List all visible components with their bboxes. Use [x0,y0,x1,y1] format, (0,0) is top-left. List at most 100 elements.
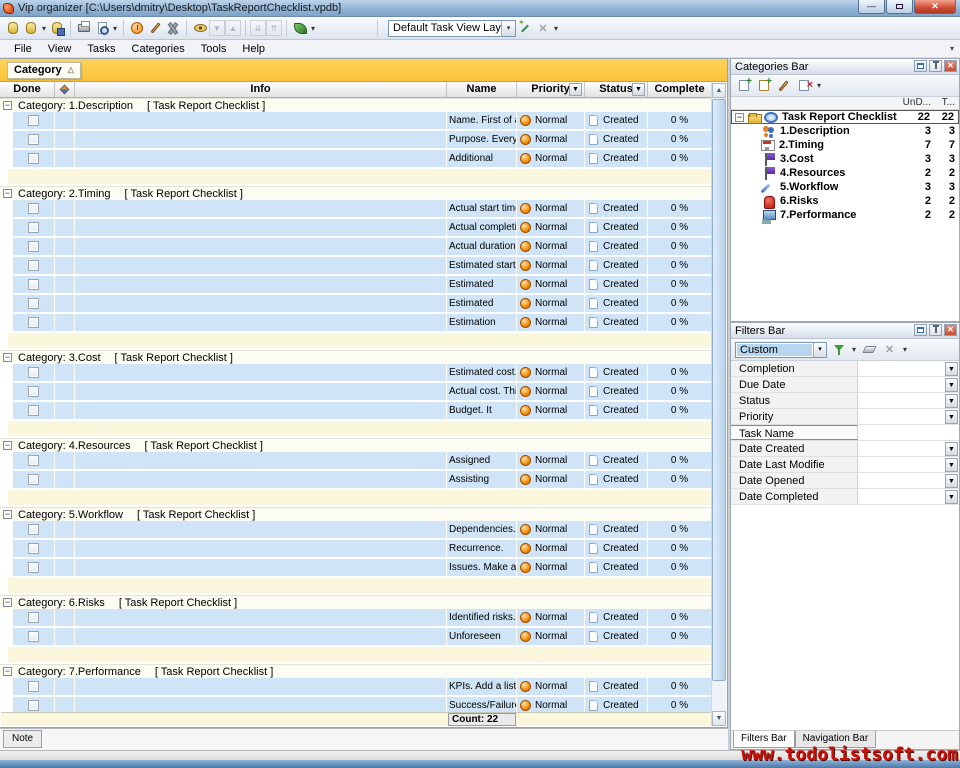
task-row[interactable]: Actual cost. ThisNormalCreated0 % [0,383,711,400]
move-bottom-icon[interactable]: ⇊ [250,20,266,36]
new-task-icon[interactable] [128,19,146,37]
group-header[interactable]: −Category: 3.Cost[ Task Report Checklist… [0,350,711,364]
add-category-icon[interactable] [735,78,752,94]
save-database-icon[interactable] [48,19,66,37]
scroll-up-icon[interactable]: ▲ [712,83,726,98]
filter-value-input[interactable] [858,425,959,440]
task-row[interactable]: EstimationNormalCreated0 % [0,314,711,331]
filter-label[interactable]: Date Completed [731,489,858,504]
column-header-status[interactable]: Status▼ [585,82,648,97]
done-checkbox[interactable] [28,700,39,711]
open-database-dropdown-icon[interactable]: ▾ [40,24,48,33]
column-header-name[interactable]: Name [447,82,517,97]
task-row[interactable]: AdditionalNormalCreated0 % [0,150,711,167]
task-row[interactable]: Purpose. EveryNormalCreated0 % [0,131,711,148]
apply-filter-icon[interactable] [830,342,847,358]
filters-pin-button[interactable] [929,324,942,336]
filters-toolbar-caret-icon[interactable]: ▾ [901,345,909,354]
column-header-done[interactable]: Done [0,82,55,97]
done-checkbox[interactable] [28,203,39,214]
category-tree-item[interactable]: 3.Cost33 [731,152,959,166]
tree-expander-icon[interactable]: − [735,113,744,122]
column-header-complete[interactable]: Complete [648,82,711,97]
filter-label[interactable]: Priority [731,409,858,424]
status-filter-dropdown-icon[interactable]: ▼ [632,83,645,96]
category-tree-item[interactable]: 6.Risks22 [731,194,959,208]
move-up-icon[interactable]: ▲ [225,20,241,36]
filter-value-input[interactable] [858,473,945,488]
category-tree-item[interactable]: 1.Description33 [731,124,959,138]
minimize-button[interactable]: — [858,0,885,14]
layout-combo[interactable]: Default Task View Layout ▾ [388,20,516,37]
done-checkbox[interactable] [28,279,39,290]
menu-tasks[interactable]: Tasks [79,41,123,57]
filter-value-input[interactable] [858,489,945,504]
group-expander-icon[interactable]: − [3,667,12,676]
recycle-bin-icon[interactable] [291,19,309,37]
edit-task-icon[interactable] [146,19,164,37]
task-row[interactable]: Actual completionNormalCreated0 % [0,219,711,236]
restore-button[interactable] [886,0,913,14]
category-tree-item[interactable]: 5.Workflow33 [731,180,959,194]
menu-categories[interactable]: Categories [124,41,193,57]
apply-filter-caret-icon[interactable]: ▾ [850,345,858,354]
group-header[interactable]: −Category: 6.Risks[ Task Report Checklis… [0,595,711,609]
group-expander-icon[interactable]: − [3,189,12,198]
category-tree-item[interactable]: 7.Performance22 [731,208,959,222]
filter-value-input[interactable] [858,441,945,456]
filter-value-input[interactable] [858,457,945,472]
column-header-priority[interactable]: Priority▼ [517,82,585,97]
add-subcategory-icon[interactable] [755,78,772,94]
print-preview-icon[interactable] [93,19,111,37]
filter-label[interactable]: Status [731,393,858,408]
done-checkbox[interactable] [28,260,39,271]
filter-row-date-created[interactable]: Date Created▼ [731,441,959,457]
filter-dropdown-icon[interactable]: ▼ [945,474,958,488]
column-header-importance[interactable] [55,82,75,97]
menu-help[interactable]: Help [234,41,273,57]
category-tree-item[interactable]: 2.Timing77 [731,138,959,152]
filters-restore-button[interactable] [914,324,927,336]
scroll-down-icon[interactable]: ▼ [712,711,726,726]
task-row[interactable]: AssignedNormalCreated0 % [0,452,711,469]
column-header-undone[interactable]: UnD... [903,97,931,108]
grid-vertical-scrollbar[interactable]: ▲ ▼ [711,83,726,726]
filter-preset-dropdown-icon[interactable]: ▾ [813,343,826,357]
group-expander-icon[interactable]: − [3,598,12,607]
move-down-icon[interactable]: ▼ [209,20,225,36]
new-database-icon[interactable] [4,19,22,37]
done-checkbox[interactable] [28,562,39,573]
filter-label[interactable]: Date Created [731,441,858,456]
layout-combo-dropdown-icon[interactable]: ▾ [501,21,515,36]
delete-task-icon[interactable] [164,19,182,37]
filter-row-status[interactable]: Status ▼ [731,393,959,409]
remove-filter-icon[interactable]: ✕ [881,342,898,358]
menu-view[interactable]: View [40,41,80,57]
task-row[interactable]: Budget. ItNormalCreated0 % [0,402,711,419]
filter-dropdown-icon[interactable]: ▼ [945,394,958,408]
open-database-icon[interactable] [22,19,40,37]
category-tree-item[interactable]: −Task Report Checklist2222 [731,110,959,124]
filter-label[interactable]: Due Date [731,377,858,392]
move-top-icon[interactable]: ⇈ [266,20,282,36]
filter-row-due-date[interactable]: Due Date▼ [731,377,959,393]
task-row[interactable]: KPIs. Add a listNormalCreated0 % [0,678,711,695]
apply-layout-icon[interactable] [516,19,534,37]
task-row[interactable]: Estimated startNormalCreated0 % [0,257,711,274]
filter-label[interactable]: Completion [731,361,858,376]
group-expander-icon[interactable]: − [3,510,12,519]
column-header-info[interactable]: Info [75,82,447,97]
done-checkbox[interactable] [28,386,39,397]
task-row[interactable]: UnforeseenNormalCreated0 % [0,628,711,645]
filter-row-completion[interactable]: Completion▼ [731,361,959,377]
done-checkbox[interactable] [28,241,39,252]
print-options-caret-icon[interactable]: ▾ [111,24,119,33]
task-row[interactable]: Recurrence.NormalCreated0 % [0,540,711,557]
done-checkbox[interactable] [28,405,39,416]
done-checkbox[interactable] [28,298,39,309]
filter-row-date-last-modifie[interactable]: Date Last Modifie▼ [731,457,959,473]
task-row[interactable]: Estimated cost. ItNormalCreated0 % [0,364,711,381]
scrollbar-thumb[interactable] [712,99,726,681]
task-row[interactable]: EstimatedNormalCreated0 % [0,276,711,293]
filter-label[interactable]: Date Opened [731,473,858,488]
